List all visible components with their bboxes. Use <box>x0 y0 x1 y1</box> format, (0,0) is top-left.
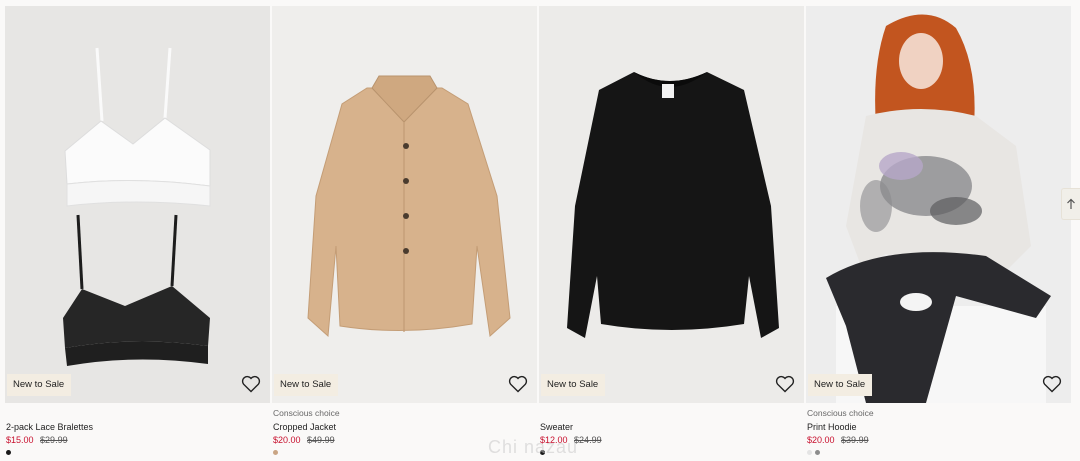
heart-icon[interactable] <box>775 375 795 393</box>
original-price: $39.99 <box>841 435 869 445</box>
color-swatch[interactable] <box>815 450 820 455</box>
heart-icon[interactable] <box>508 375 528 393</box>
heart-icon[interactable] <box>1042 375 1062 393</box>
color-swatch[interactable] <box>807 450 812 455</box>
original-price: $49.99 <box>307 435 335 445</box>
price-row: $20.00 $49.99 <box>273 435 335 445</box>
jacket-image <box>272 6 537 403</box>
sale-price: $15.00 <box>6 435 34 445</box>
conscious-tag: Conscious choice <box>273 408 340 418</box>
watermark: Chi nazau <box>488 437 579 457</box>
original-price: $29.99 <box>40 435 68 445</box>
product-name[interactable]: Print Hoodie <box>807 422 857 432</box>
conscious-tag: Conscious choice <box>807 408 874 418</box>
product-image[interactable]: New to Sale <box>539 6 804 403</box>
color-swatch[interactable] <box>273 450 278 455</box>
new-to-sale-badge: New to Sale <box>808 374 873 396</box>
scroll-to-top-button[interactable] <box>1061 188 1080 220</box>
heart-icon[interactable] <box>241 375 261 393</box>
new-to-sale-badge: New to Sale <box>541 374 606 396</box>
product-image[interactable]: New to Sale <box>272 6 537 403</box>
product-card[interactable]: New to Sale Conscious choice Print Hoodi… <box>806 6 1071 461</box>
product-name[interactable]: Cropped Jacket <box>273 422 336 432</box>
hoodie-model-image <box>806 6 1071 403</box>
original-price: $24.99 <box>574 435 602 445</box>
product-card[interactable]: New to Sale Conscious choice Cropped Jac… <box>272 6 537 461</box>
arrow-up-icon <box>1067 198 1075 209</box>
product-name[interactable]: Sweater <box>540 422 573 432</box>
sweater-image <box>539 6 804 403</box>
color-swatch[interactable] <box>6 450 11 455</box>
new-to-sale-badge: New to Sale <box>7 374 72 396</box>
new-to-sale-badge: New to Sale <box>274 374 339 396</box>
bralettes-image <box>5 6 270 403</box>
product-card[interactable]: New to Sale Sweater $12.00 $24.99 <box>539 6 804 461</box>
price-row: $15.00 $29.99 <box>6 435 68 445</box>
sale-price: $20.00 <box>807 435 835 445</box>
product-grid: New to Sale 2-pack Lace Bralettes $15.00… <box>5 6 1071 461</box>
product-name[interactable]: 2-pack Lace Bralettes <box>6 422 93 432</box>
price-row: $20.00 $39.99 <box>807 435 869 445</box>
product-image[interactable]: New to Sale <box>5 6 270 403</box>
product-image[interactable]: New to Sale <box>806 6 1071 403</box>
product-card[interactable]: New to Sale 2-pack Lace Bralettes $15.00… <box>5 6 270 461</box>
sale-price: $20.00 <box>273 435 301 445</box>
